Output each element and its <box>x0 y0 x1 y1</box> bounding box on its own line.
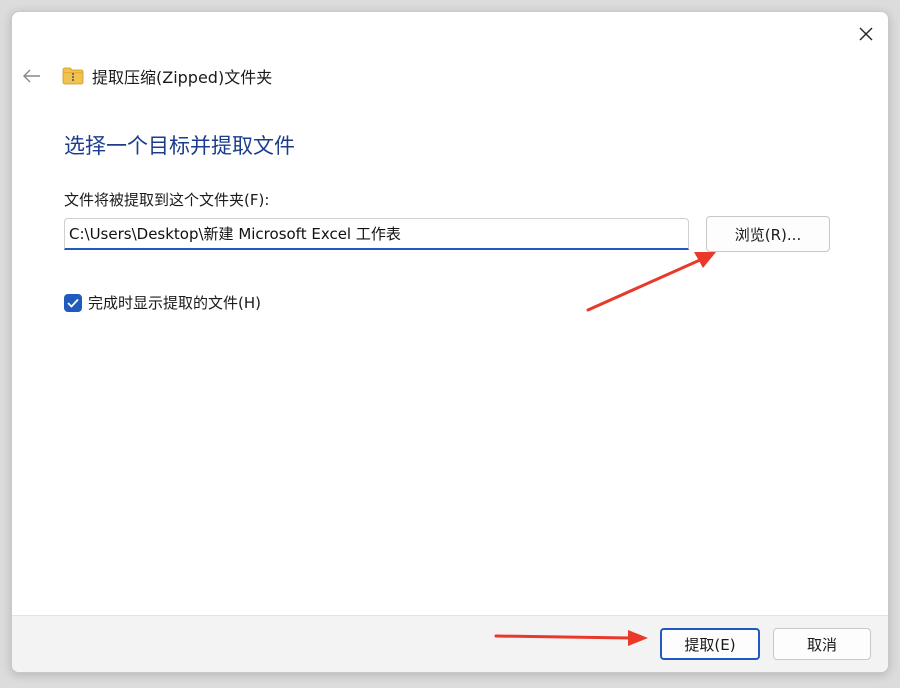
show-files-option[interactable]: 完成时显示提取的文件(H) <box>64 292 261 313</box>
destination-path-input[interactable] <box>64 218 689 250</box>
destination-label: 文件将被提取到这个文件夹(F): <box>64 191 270 209</box>
checkmark-icon <box>67 298 79 308</box>
browse-button[interactable]: 浏览(R)... <box>706 216 830 252</box>
zip-folder-icon <box>62 67 84 85</box>
cancel-button[interactable]: 取消 <box>773 628 871 660</box>
show-files-checkbox[interactable] <box>64 293 82 312</box>
window-title: 提取压缩(Zipped)文件夹 <box>92 68 273 87</box>
back-button[interactable] <box>18 62 46 90</box>
title-bar: 提取压缩(Zipped)文件夹 <box>62 64 272 88</box>
extract-zip-dialog: 提取压缩(Zipped)文件夹 选择一个目标并提取文件 文件将被提取到这个文件夹… <box>11 11 889 673</box>
extract-button[interactable]: 提取(E) <box>660 628 760 660</box>
dialog-footer: 提取(E) 取消 <box>12 615 888 672</box>
back-arrow-icon <box>23 69 40 83</box>
close-icon <box>859 27 873 41</box>
page-heading: 选择一个目标并提取文件 <box>64 134 295 158</box>
show-files-label: 完成时显示提取的文件(H) <box>88 294 261 312</box>
close-button[interactable] <box>848 18 884 50</box>
